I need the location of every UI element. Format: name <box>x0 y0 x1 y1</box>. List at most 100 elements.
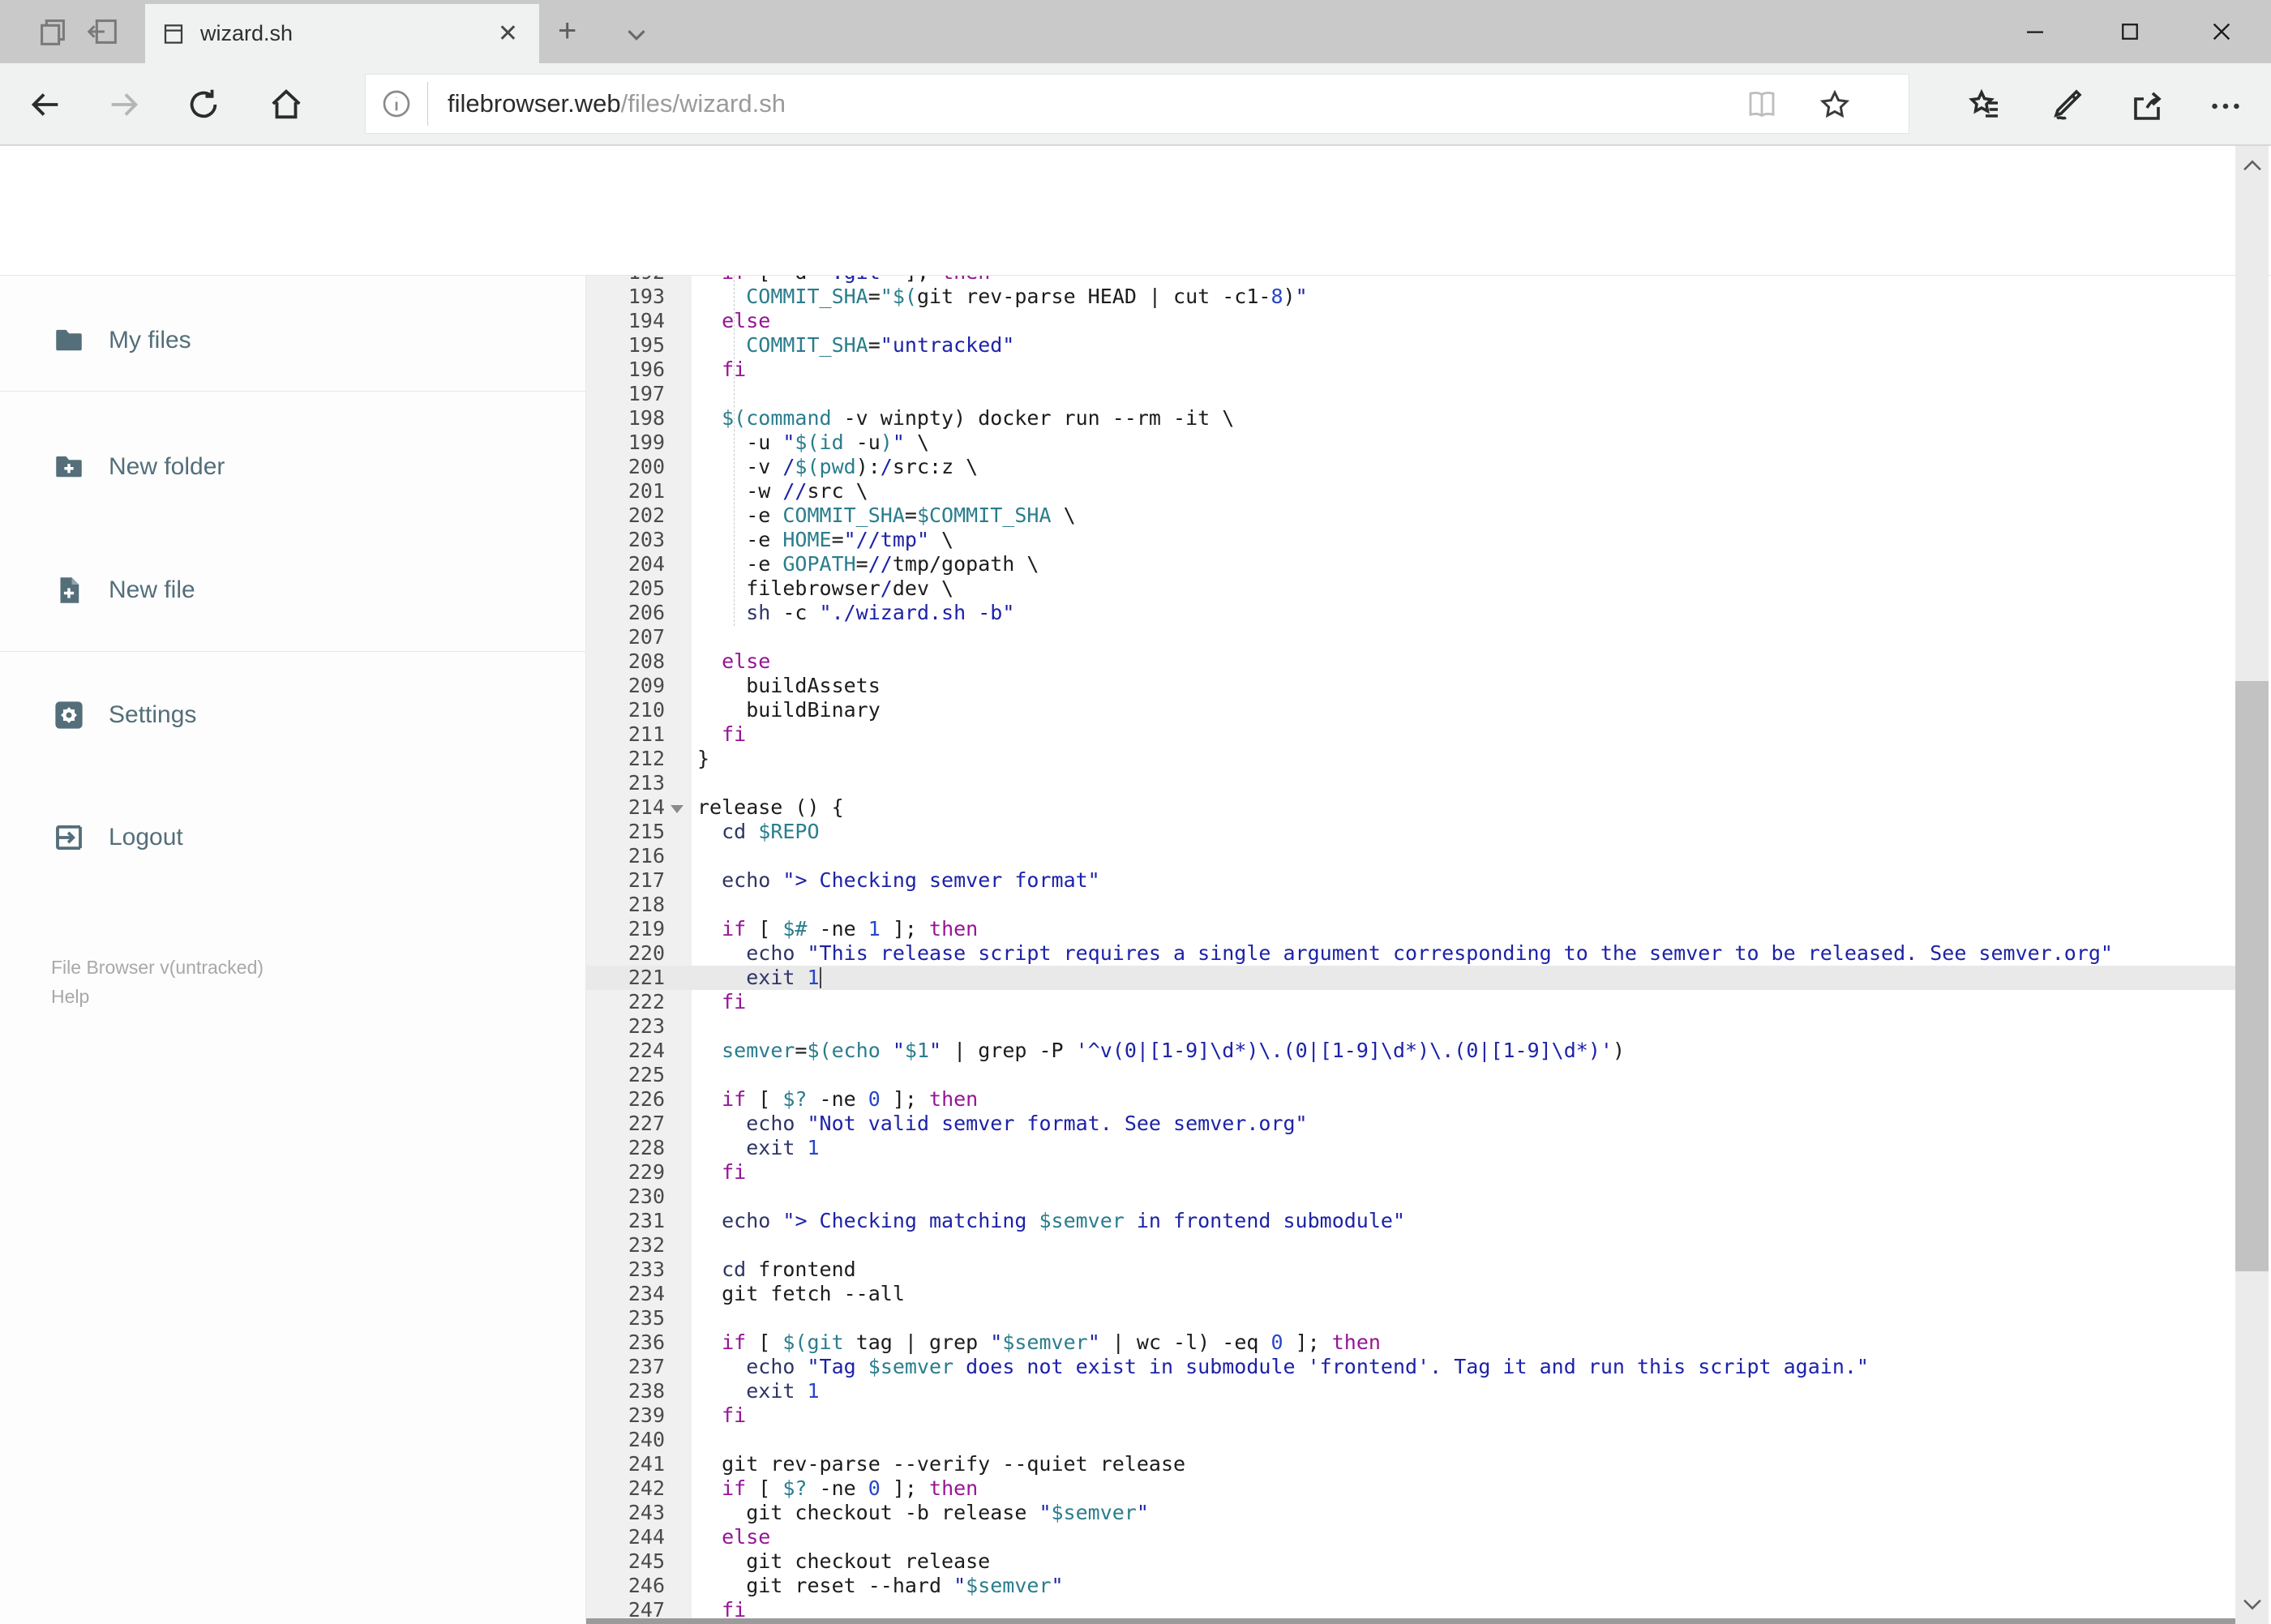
text-cursor <box>819 967 821 988</box>
code-text: -e GOPATH=//tmp/gopath \ <box>697 552 1039 576</box>
line-number: 234 <box>628 1282 665 1305</box>
code-text: semver=$(echo "$1" | grep -P '^v(0|[1-9]… <box>722 1039 1625 1062</box>
line-number: 217 <box>628 868 665 892</box>
sidebar-item-label: My files <box>109 327 191 354</box>
line-number: 237 <box>628 1355 665 1378</box>
code-text: echo "Tag $semver does not exist in subm… <box>746 1355 1869 1378</box>
code-line: 226 if [ $? -ne 0 ]; then <box>586 1087 2235 1112</box>
more-icon[interactable] <box>2207 88 2244 125</box>
line-number: 200 <box>628 455 665 478</box>
sidebar-item-new-file[interactable]: New file <box>0 553 586 628</box>
site-info-icon[interactable] <box>380 88 413 120</box>
line-number: 205 <box>628 576 665 600</box>
code-text: else <box>722 309 771 332</box>
maximize-icon[interactable] <box>2110 11 2150 52</box>
line-number: 231 <box>628 1209 665 1232</box>
close-tab-icon[interactable]: ✕ <box>498 20 518 48</box>
code-line: 231 echo "> Checking matching $semver in… <box>586 1209 2235 1233</box>
forward-icon[interactable] <box>105 86 143 123</box>
line-number: 202 <box>628 503 665 527</box>
horizontal-scrollbar-thumb[interactable] <box>586 1618 2235 1624</box>
code-text: echo "> Checking semver format" <box>722 868 1100 892</box>
line-number: 209 <box>628 674 665 697</box>
scroll-up-icon[interactable] <box>2239 152 2266 180</box>
tab-wizard-sh[interactable]: wizard.sh ✕ <box>145 4 539 63</box>
code-text: echo "> Checking matching $semver in fro… <box>722 1209 1406 1232</box>
code-text: if [ -d ".git" ]; then <box>697 276 990 285</box>
refresh-icon[interactable] <box>185 86 222 123</box>
back-icon[interactable] <box>27 86 64 123</box>
code-text: release () { <box>697 795 844 819</box>
vertical-scrollbar-thumb[interactable] <box>2235 681 2269 1271</box>
line-number: 229 <box>628 1160 665 1184</box>
help-link[interactable]: Help <box>51 986 89 1008</box>
code-line: 211 fi <box>586 722 2235 747</box>
vertical-scrollbar[interactable] <box>2235 146 2269 1624</box>
line-number: 218 <box>628 893 665 916</box>
minimize-icon[interactable] <box>2015 11 2055 52</box>
sidebar-divider <box>0 391 585 392</box>
code-text: else <box>722 649 771 673</box>
code-line: 241 git rev-parse --verify --quiet relea… <box>586 1452 2235 1476</box>
sidebar-item-label: Settings <box>109 701 197 728</box>
code-text: -w //src \ <box>697 479 868 503</box>
favorite-star-icon[interactable] <box>1818 88 1852 122</box>
code-text: filebrowser/dev \ <box>697 576 954 600</box>
code-line: 206 sh -c "./wizard.sh -b" <box>586 601 2235 625</box>
sidebar-item-logout[interactable]: Logout <box>0 800 586 875</box>
tab-dropdown-icon[interactable] <box>621 19 652 50</box>
code-line: 196 fi <box>586 358 2235 382</box>
code-text: fi <box>722 1160 747 1184</box>
url-text[interactable]: filebrowser.web/files/wizard.sh <box>448 89 786 118</box>
url-path: /files/wizard.sh <box>620 89 786 118</box>
line-number: 245 <box>628 1549 665 1573</box>
sidebar-item-label: New folder <box>109 453 225 480</box>
set-aside-tabs-icon[interactable] <box>84 13 122 50</box>
close-window-icon[interactable] <box>2201 11 2242 52</box>
scroll-down-icon[interactable] <box>2239 1590 2266 1618</box>
url-divider <box>427 82 428 126</box>
fold-arrow-icon[interactable] <box>671 805 683 813</box>
code-line: 235 <box>586 1306 2235 1330</box>
code-text: buildBinary <box>697 698 881 722</box>
line-number: 236 <box>628 1330 665 1354</box>
line-number: 210 <box>628 698 665 722</box>
code-editor[interactable]: 192 if [ -d ".git" ]; then 193 COMMIT_SHA… <box>586 276 2235 1624</box>
hub-icon[interactable] <box>1965 86 2004 125</box>
address-bar[interactable]: filebrowser.web/files/wizard.sh <box>365 74 1909 134</box>
home-icon[interactable] <box>268 86 305 123</box>
line-number: 241 <box>628 1452 665 1476</box>
sidebar-item-settings[interactable]: Settings <box>0 678 586 752</box>
share-icon[interactable] <box>2127 86 2166 125</box>
tab-bar: wizard.sh ✕ + <box>0 0 2271 63</box>
code-text: } <box>697 747 710 770</box>
line-number: 213 <box>628 771 665 795</box>
gear-icon <box>52 698 86 732</box>
line-number: 193 <box>628 285 665 308</box>
reading-view-icon[interactable] <box>1745 88 1779 122</box>
browser-window: wizard.sh ✕ + filebrowser.web/files/wiza… <box>0 0 2271 1624</box>
annotate-icon[interactable] <box>2046 86 2085 125</box>
line-number: 197 <box>628 382 665 405</box>
line-number: 232 <box>628 1233 665 1257</box>
code-line: 215 cd $REPO <box>586 820 2235 844</box>
code-text: COMMIT_SHA="untracked" <box>746 333 1015 357</box>
sidebar-item-label: Logout <box>109 824 183 851</box>
line-number: 243 <box>628 1501 665 1524</box>
code-text: git fetch --all <box>697 1282 905 1305</box>
sidebar-item-new-folder[interactable]: New folder <box>0 430 586 504</box>
line-number: 192 <box>586 276 665 285</box>
sidebar-item-my-files[interactable]: My files <box>0 303 586 378</box>
code-line: 225 <box>586 1063 2235 1087</box>
code-line: 197 <box>586 382 2235 406</box>
code-text: git reset --hard "$semver" <box>697 1574 1064 1597</box>
code-line: 200 -v /$(pwd):/src:z \ <box>586 455 2235 479</box>
line-number: 199 <box>628 431 665 454</box>
line-number: 230 <box>628 1185 665 1208</box>
line-number: 194 <box>628 309 665 332</box>
code-line: 214 release () { <box>586 795 2235 820</box>
code-text: buildAssets <box>697 674 881 697</box>
code-lines: 192 if [ -d ".git" ]; then 193 COMMIT_SHA… <box>586 276 2235 1622</box>
new-tab-icon[interactable]: + <box>558 13 576 49</box>
tab-preview-icon[interactable] <box>34 13 71 50</box>
